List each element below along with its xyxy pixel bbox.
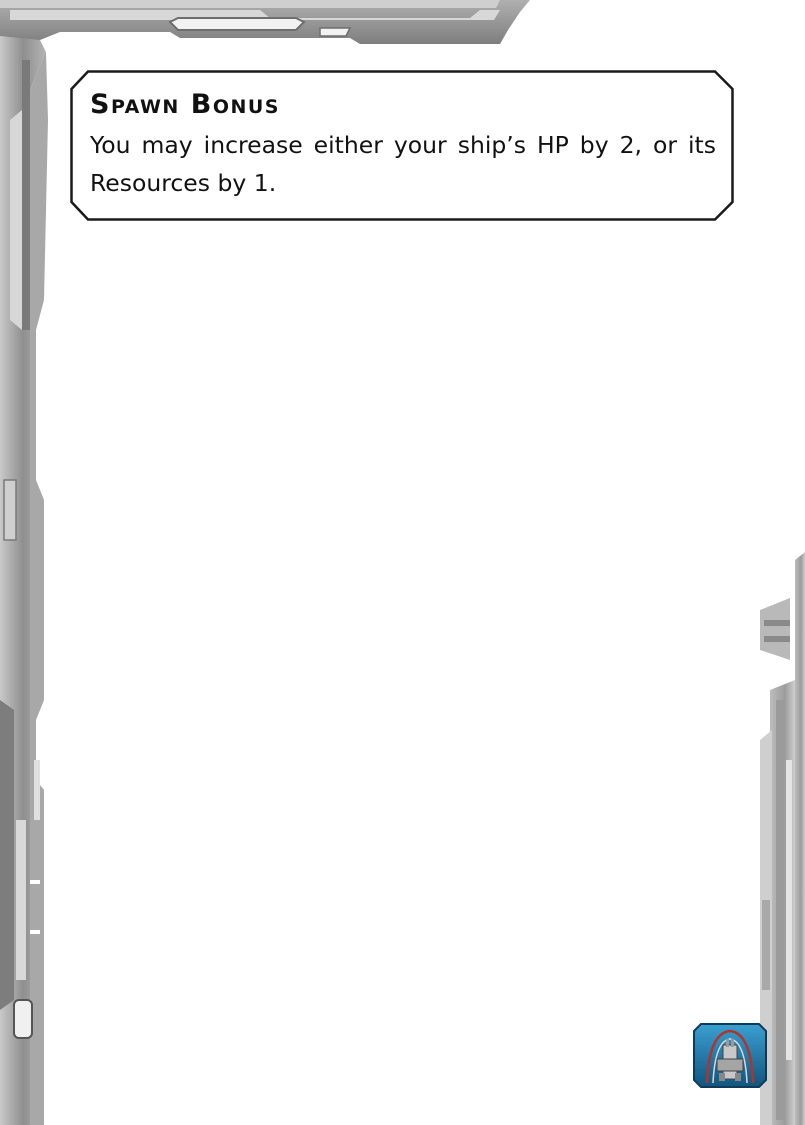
left-frame-band [0,36,48,1125]
ability-text: You may increase either your ship’s HP b… [90,131,716,197]
ability-box: Spawn Bonus You may increase either your… [70,70,734,221]
top-frame-band [0,0,530,45]
ship-arch-emblem-icon [693,1023,767,1088]
ability-title: Spawn Bonus [90,89,280,120]
